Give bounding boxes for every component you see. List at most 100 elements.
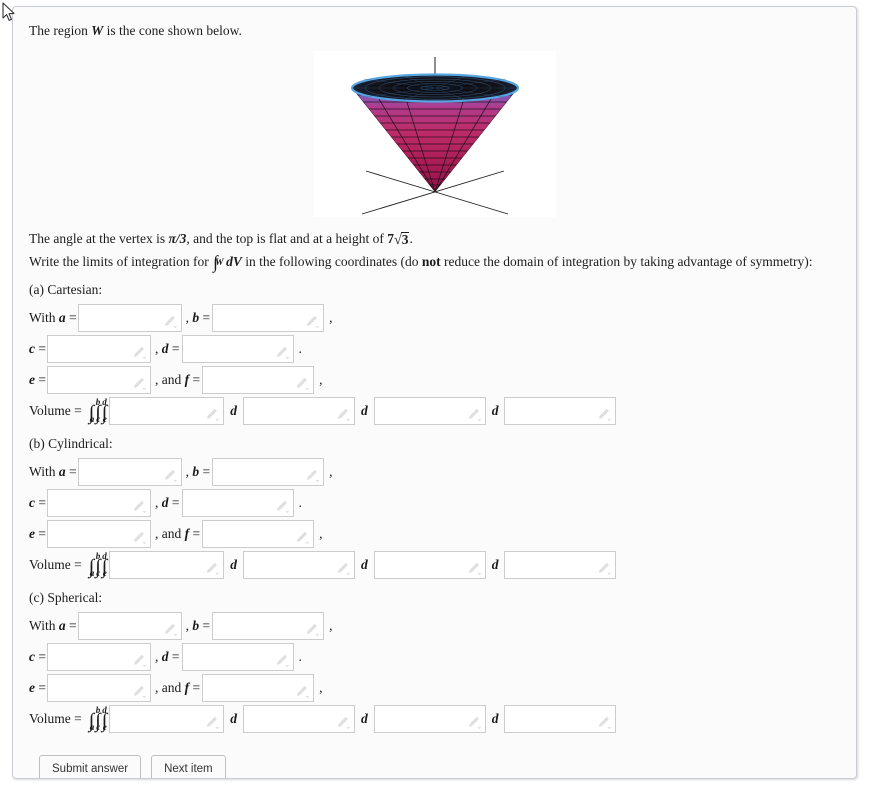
math-editor-handle-icon bbox=[599, 716, 612, 729]
intro-suffix: is the cone shown below. bbox=[103, 23, 242, 38]
input-spherical-e[interactable] bbox=[47, 673, 151, 702]
input-cylindrical-e[interactable] bbox=[47, 519, 151, 548]
integral-lower-limit: e bbox=[102, 413, 107, 424]
input-cylindrical-integrand[interactable] bbox=[109, 550, 225, 579]
row-trailing-punctuation: , bbox=[329, 463, 333, 479]
differential-label-2: d bbox=[491, 710, 499, 726]
triple-integral-glyph: ∫ba∫dc∫fe bbox=[86, 705, 112, 732]
input-spherical-integrand[interactable] bbox=[109, 704, 225, 733]
math-editor-handle-icon bbox=[297, 531, 310, 544]
row-trailing-punctuation: , bbox=[319, 525, 323, 541]
input-spherical-a[interactable] bbox=[77, 611, 182, 640]
math-editor-handle-icon bbox=[307, 315, 320, 328]
math-editor-handle-icon bbox=[134, 377, 147, 390]
section-cartesian-row-0: With a = , b =, bbox=[29, 303, 840, 332]
instruction-mid: in the following coordinates (do bbox=[241, 254, 422, 269]
input-cartesian-e[interactable] bbox=[47, 365, 151, 394]
row-lead-label: c = bbox=[29, 340, 46, 356]
integral-lower-limit: a bbox=[89, 721, 95, 732]
row-trailing-punctuation: . bbox=[298, 648, 302, 664]
input-cartesian-d[interactable] bbox=[181, 334, 294, 363]
input-cartesian-c[interactable] bbox=[47, 334, 151, 363]
math-editor-handle-icon bbox=[207, 408, 220, 421]
triple-integral-glyph: ∫ba∫dc∫fe bbox=[86, 397, 112, 424]
input-cylindrical-d[interactable] bbox=[181, 488, 294, 517]
input-spherical-b[interactable] bbox=[212, 611, 325, 640]
page-viewport: The region W is the cone shown below. Th… bbox=[0, 0, 870, 789]
input-spherical-dvar-0[interactable] bbox=[242, 704, 355, 733]
row-trailing-punctuation: . bbox=[298, 340, 302, 356]
math-editor-handle-icon bbox=[207, 716, 220, 729]
triple-integral-glyph: ∫ba∫dc∫fe bbox=[86, 551, 112, 578]
input-cartesian-b[interactable] bbox=[212, 303, 325, 332]
input-cylindrical-b[interactable] bbox=[212, 457, 325, 486]
section-spherical-row-0: With a = , b =, bbox=[29, 611, 840, 640]
input-spherical-f[interactable] bbox=[202, 673, 315, 702]
math-editor-handle-icon bbox=[207, 562, 220, 575]
input-spherical-dvar-2[interactable] bbox=[504, 704, 617, 733]
coordinate-sections: (a) Cartesian: With a = , b =, c = , d =. e =… bbox=[29, 281, 840, 733]
input-spherical-dvar-1[interactable] bbox=[373, 704, 486, 733]
input-cartesian-dvar-0[interactable] bbox=[242, 396, 355, 425]
math-editor-handle-icon bbox=[599, 562, 612, 575]
row-lead-label: With a = bbox=[29, 309, 77, 325]
input-cylindrical-dvar-0[interactable] bbox=[242, 550, 355, 579]
input-cartesian-f[interactable] bbox=[202, 365, 315, 394]
section-spherical-row-1: c = , d =. bbox=[29, 642, 840, 671]
row-trailing-punctuation: , bbox=[329, 309, 333, 325]
row-lead-label: c = bbox=[29, 494, 46, 510]
math-editor-handle-icon bbox=[276, 500, 289, 513]
section-cartesian-row-1: c = , d =. bbox=[29, 334, 840, 363]
row-trailing-punctuation: , bbox=[329, 617, 333, 633]
intro-text: The region W is the cone shown below. bbox=[29, 21, 840, 40]
instruction-prefix: Write the limits of integration for bbox=[29, 254, 213, 269]
integral-sign-spherical-1: ∫ d c bbox=[95, 705, 107, 732]
section-cylindrical-row-2: e = , and f =, bbox=[29, 519, 840, 548]
input-cylindrical-dvar-1[interactable] bbox=[373, 550, 486, 579]
input-cylindrical-c[interactable] bbox=[47, 488, 151, 517]
math-editor-handle-icon bbox=[134, 346, 147, 359]
input-cartesian-a[interactable] bbox=[77, 303, 182, 332]
input-cartesian-dvar-2[interactable] bbox=[504, 396, 617, 425]
region-variable: W bbox=[91, 23, 104, 38]
row-lead-label: e = bbox=[29, 525, 46, 541]
instruction-text: Write the limits of integration for ∫ WdV… bbox=[29, 251, 840, 271]
differential-label-0: d bbox=[230, 556, 237, 572]
input-cartesian-dvar-1[interactable] bbox=[373, 396, 486, 425]
row-separator: , and f = bbox=[155, 679, 201, 695]
integral-sign-cylindrical-2: ∫fe bbox=[102, 551, 112, 578]
math-editor-handle-icon bbox=[276, 654, 289, 667]
row-lead-label: With a = bbox=[29, 617, 77, 633]
input-spherical-d[interactable] bbox=[181, 642, 294, 671]
submit-answer-button[interactable]: Submit answer bbox=[39, 755, 142, 778]
row-separator: , d = bbox=[155, 648, 180, 664]
math-editor-handle-icon bbox=[164, 623, 177, 636]
integral-lower-limit: a bbox=[89, 567, 95, 578]
region-integral-subscript: W bbox=[215, 258, 224, 268]
integral-sign-cartesian-2: ∫fe bbox=[102, 397, 112, 424]
next-item-button[interactable]: Next item bbox=[151, 755, 226, 778]
cone-3d-svg bbox=[313, 51, 556, 217]
differential-label-2: d bbox=[491, 556, 499, 572]
intro-prefix: The region bbox=[29, 23, 92, 38]
input-spherical-c[interactable] bbox=[47, 642, 151, 671]
integral-sign-spherical-2: ∫fe bbox=[102, 705, 112, 732]
row-separator: , b = bbox=[185, 617, 211, 633]
math-editor-handle-icon bbox=[134, 654, 147, 667]
integral-lower-limit: e bbox=[102, 721, 107, 732]
instruction-suffix: reduce the domain of integration by taki… bbox=[440, 254, 813, 269]
math-editor-handle-icon bbox=[164, 315, 177, 328]
row-lead-label: e = bbox=[29, 679, 46, 695]
section-spherical-heading: (c) Spherical: bbox=[29, 590, 103, 605]
input-cylindrical-dvar-2[interactable] bbox=[504, 550, 617, 579]
differential-label-2: d bbox=[491, 402, 499, 418]
input-cylindrical-f[interactable] bbox=[202, 519, 315, 548]
integral-sign-cylindrical-1: ∫ d c bbox=[95, 551, 107, 578]
section-cartesian-volume-row: Volume = ∫ba∫dc∫fe d d d bbox=[29, 396, 840, 425]
input-cylindrical-a[interactable] bbox=[77, 457, 182, 486]
vertex-prefix: The angle at the vertex is bbox=[29, 231, 169, 246]
integral-lower-limit: c bbox=[96, 721, 101, 732]
math-editor-handle-icon bbox=[276, 346, 289, 359]
input-cartesian-integrand[interactable] bbox=[109, 396, 225, 425]
differential-label-0: d bbox=[230, 710, 237, 726]
